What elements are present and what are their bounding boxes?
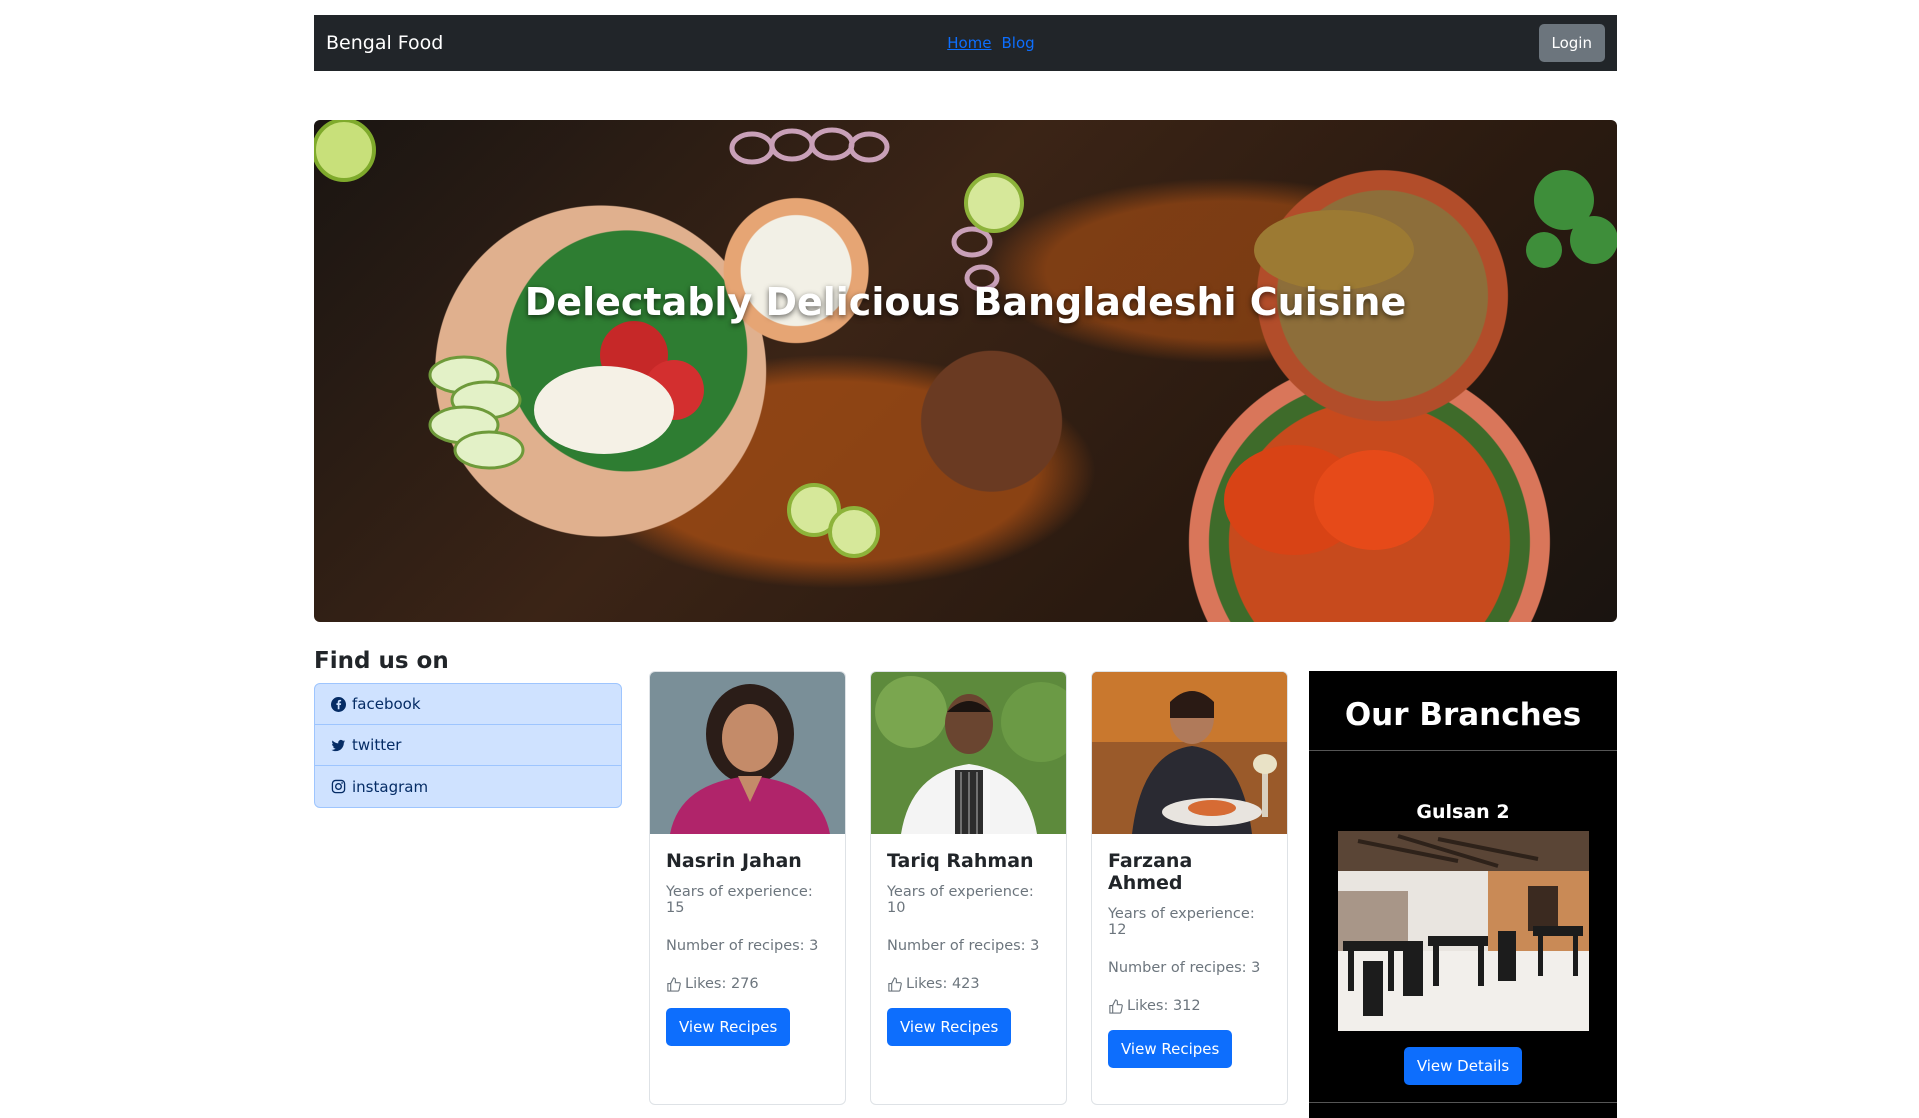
brand-logo[interactable]: Bengal Food bbox=[326, 32, 443, 54]
branch-photo bbox=[1337, 831, 1589, 1031]
chef-likes-label: Likes: 276 bbox=[685, 976, 759, 992]
chef-experience: Years of experience: 10 bbox=[887, 884, 1034, 916]
hero-food-image bbox=[314, 120, 1617, 558]
view-details-button[interactable]: View Details bbox=[1403, 1047, 1523, 1085]
social-link-instagram[interactable]: instagram bbox=[315, 766, 621, 807]
thumbs-up-icon bbox=[1109, 998, 1123, 1014]
nav-link-home[interactable]: Home bbox=[947, 34, 991, 52]
chef-name: Tariq Rahman bbox=[887, 850, 1034, 872]
view-recipes-button[interactable]: View Recipes bbox=[666, 1008, 791, 1046]
chef-likes: Likes: 276 bbox=[666, 976, 829, 992]
chef-card-farzana-ahmed: Farzana Ahmed Years of experience: 12 Nu… bbox=[1091, 671, 1288, 1105]
twitter-icon bbox=[331, 739, 346, 751]
social-list: facebook twitter instagram bbox=[314, 683, 622, 808]
chef-photo-nasrin-jahan bbox=[650, 672, 845, 834]
chef-likes-label: Likes: 423 bbox=[906, 976, 980, 992]
chef-recipes-count: Number of recipes: 3 bbox=[666, 938, 819, 954]
page: Bengal Food Home Blog Login Delectably D… bbox=[0, 0, 1919, 1118]
view-recipes-button[interactable]: View Recipes bbox=[1108, 1030, 1233, 1068]
social-label-facebook: facebook bbox=[352, 695, 421, 713]
social-label-instagram: instagram bbox=[352, 777, 429, 796]
social-link-facebook[interactable]: facebook bbox=[315, 684, 621, 725]
social-link-twitter[interactable]: twitter bbox=[315, 725, 621, 766]
navbar: Bengal Food Home Blog Login bbox=[314, 15, 1617, 71]
chef-photo-tariq-rahman bbox=[871, 672, 1066, 834]
facebook-icon bbox=[331, 696, 346, 712]
find-us-title: Find us on bbox=[314, 648, 449, 674]
nav-link-blog[interactable]: Blog bbox=[1002, 34, 1035, 52]
restaurant-interior-image bbox=[1337, 831, 1589, 1031]
hero-banner: Delectably Delicious Bangladeshi Cuisine bbox=[314, 120, 1617, 622]
chef-likes: Likes: 423 bbox=[887, 976, 1050, 992]
login-button[interactable]: Login bbox=[1538, 24, 1605, 62]
chef-portrait bbox=[1092, 672, 1287, 834]
instagram-icon bbox=[331, 779, 346, 794]
thumbs-up-icon bbox=[667, 976, 681, 992]
chef-experience: Years of experience: 12 bbox=[1108, 906, 1255, 938]
chef-card-nasrin-jahan: Nasrin Jahan Years of experience: 15 Num… bbox=[649, 671, 846, 1105]
chef-experience: Years of experience: 15 bbox=[666, 884, 813, 916]
chef-photo-farzana-ahmed bbox=[1092, 672, 1287, 834]
chef-recipes-count: Number of recipes: 3 bbox=[887, 938, 1040, 954]
chef-portrait bbox=[650, 672, 845, 834]
hero-title: Delectably Delicious Bangladeshi Cuisine bbox=[524, 280, 1407, 324]
thumbs-up-icon bbox=[888, 976, 902, 992]
chef-name: Farzana Ahmed bbox=[1108, 850, 1193, 894]
branches-title: Our Branches bbox=[1309, 671, 1617, 751]
nav-links: Home Blog bbox=[947, 34, 1034, 52]
view-recipes-button[interactable]: View Recipes bbox=[887, 1008, 1012, 1046]
chef-name: Nasrin Jahan bbox=[666, 850, 802, 872]
branch-divider bbox=[1309, 1102, 1617, 1103]
chef-likes: Likes: 312 bbox=[1108, 998, 1271, 1014]
chef-card-tariq-rahman: Tariq Rahman Years of experience: 10 Num… bbox=[870, 671, 1067, 1105]
chef-recipes-count: Number of recipes: 3 bbox=[1108, 960, 1261, 976]
branches-panel: Our Branches Gulsan 2 View Details bbox=[1309, 671, 1617, 1118]
social-label-twitter: twitter bbox=[352, 736, 402, 754]
branch-name: Gulsan 2 bbox=[1416, 801, 1510, 823]
chef-portrait bbox=[871, 672, 1066, 834]
chef-likes-label: Likes: 312 bbox=[1127, 998, 1201, 1014]
